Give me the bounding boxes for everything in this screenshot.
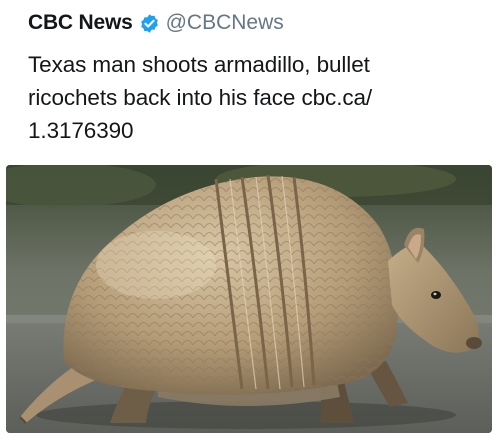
tweet-card: CBC News @CBCNews Texas man shoots armad…	[0, 0, 500, 443]
armadillo-photo	[6, 165, 492, 433]
author-name[interactable]: CBC News	[28, 11, 133, 35]
tweet-text: Texas man shoots armadillo, bullet ricoc…	[28, 52, 373, 143]
verified-badge-icon	[139, 13, 160, 34]
tweet-header: CBC News @CBCNews	[28, 10, 284, 36]
author-handle[interactable]: @CBCNews	[166, 11, 284, 35]
tweet-photo[interactable]	[6, 165, 492, 433]
